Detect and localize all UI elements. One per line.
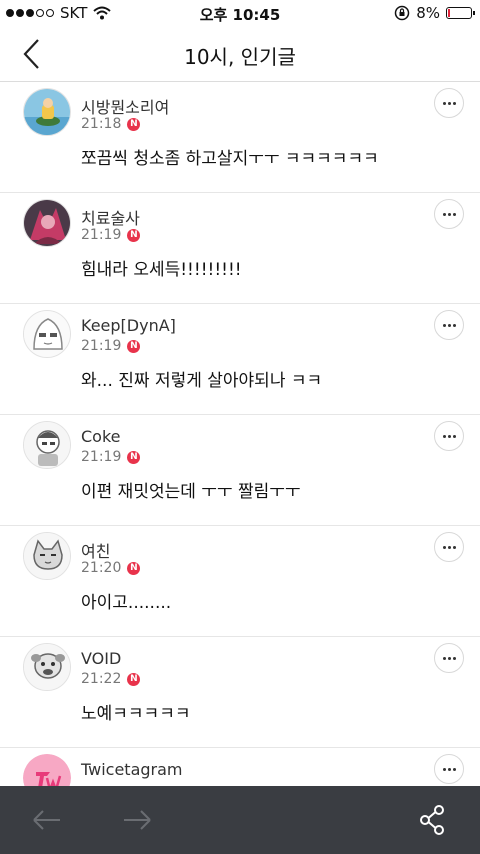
comment-text: 아이고........: [81, 593, 172, 613]
bottom-toolbar: [0, 786, 480, 854]
comment-author[interactable]: Coke: [81, 427, 121, 446]
comment-item: 치료술사 21:19 N 힘내라 오세득!!!!!!!!!: [0, 193, 480, 304]
avatar[interactable]: [23, 643, 71, 691]
comment-meta: 21:22 N: [81, 671, 141, 687]
comment-text: 힘내라 오세득!!!!!!!!!: [81, 260, 242, 280]
comment-author[interactable]: 여친: [81, 538, 110, 562]
comment-text: 이편 재밋엇는데 ㅜㅜ 짤림ㅜㅜ: [81, 482, 301, 502]
more-horizontal-icon[interactable]: [434, 754, 464, 784]
avatar[interactable]: [23, 88, 71, 136]
more-horizontal-icon[interactable]: [434, 421, 464, 451]
more-horizontal-icon[interactable]: [434, 310, 464, 340]
new-badge: N: [127, 450, 141, 464]
comment-time: 21:19: [81, 338, 122, 354]
page-title: 10시, 인기글: [184, 45, 296, 69]
comment-item: 시방뭔소리여 21:18 N 쪼끔씩 청소좀 하고살지ㅜㅜ ㅋㅋㅋㅋㅋㅋ: [0, 82, 480, 193]
avatar[interactable]: [23, 310, 71, 358]
comment-author[interactable]: 치료술사: [81, 205, 140, 229]
avatar[interactable]: [23, 754, 71, 786]
comment-time: 21:18: [81, 116, 122, 132]
share-icon[interactable]: [412, 802, 452, 838]
more-horizontal-icon[interactable]: [434, 643, 464, 673]
comment-author[interactable]: 시방뭔소리여: [81, 94, 169, 118]
more-horizontal-icon[interactable]: [434, 532, 464, 562]
status-right: 8%: [394, 4, 475, 22]
new-badge: N: [127, 561, 141, 575]
battery-icon: [446, 7, 475, 19]
comment-time: 21:19: [81, 227, 122, 243]
comment-text: 쪼끔씩 청소좀 하고살지ㅜㅜ ㅋㅋㅋㅋㅋㅋ: [81, 149, 379, 169]
comment-text: 노예ㅋㅋㅋㅋㅋ: [81, 704, 191, 724]
avatar[interactable]: [23, 421, 71, 469]
new-badge: N: [127, 672, 141, 686]
comment-author[interactable]: Twicetagram: [81, 760, 183, 779]
comment-meta: 21:19 N: [81, 227, 141, 243]
more-horizontal-icon[interactable]: [434, 88, 464, 118]
new-badge: N: [127, 117, 141, 131]
comment-item: Twicetagram: [0, 748, 480, 786]
comment-item: Coke 21:19 N 이편 재밋엇는데 ㅜㅜ 짤림ㅜㅜ: [0, 415, 480, 526]
battery-percent: 8%: [416, 4, 440, 22]
comment-time: 21:19: [81, 449, 122, 465]
comment-time: 21:22: [81, 671, 122, 687]
status-bar: SKT 오후 10:45 8%: [0, 0, 480, 26]
comment-item: VOID 21:22 N 노예ㅋㅋㅋㅋㅋ: [0, 637, 480, 748]
comment-meta: 21:20 N: [81, 560, 141, 576]
comment-item: 여친 21:20 N 아이고........: [0, 526, 480, 637]
avatar[interactable]: [23, 199, 71, 247]
battery-tip: [473, 11, 475, 15]
comment-list: 시방뭔소리여 21:18 N 쪼끔씩 청소좀 하고살지ㅜㅜ ㅋㅋㅋㅋㅋㅋ 치료술…: [0, 82, 480, 786]
more-horizontal-icon[interactable]: [434, 199, 464, 229]
comment-text: 와... 진짜 저렇게 살아야되나 ㅋㅋ: [81, 371, 323, 391]
avatar[interactable]: [23, 532, 71, 580]
orientation-lock-icon: [394, 5, 410, 21]
comment-item: Keep[DynA] 21:19 N 와... 진짜 저렇게 살아야되나 ㅋㅋ: [0, 304, 480, 415]
new-badge: N: [127, 339, 141, 353]
battery-level-fill: [448, 9, 450, 17]
nav-bar: 10시, 인기글: [0, 26, 480, 82]
arrow-left-icon[interactable]: [26, 802, 66, 838]
comment-author[interactable]: Keep[DynA]: [81, 316, 176, 335]
comment-time: 21:20: [81, 560, 122, 576]
comment-meta: 21:18 N: [81, 116, 141, 132]
comment-meta: 21:19 N: [81, 338, 141, 354]
new-badge: N: [127, 228, 141, 242]
arrow-right-icon[interactable]: [118, 802, 158, 838]
comment-meta: 21:19 N: [81, 449, 141, 465]
comment-author[interactable]: VOID: [81, 649, 121, 668]
